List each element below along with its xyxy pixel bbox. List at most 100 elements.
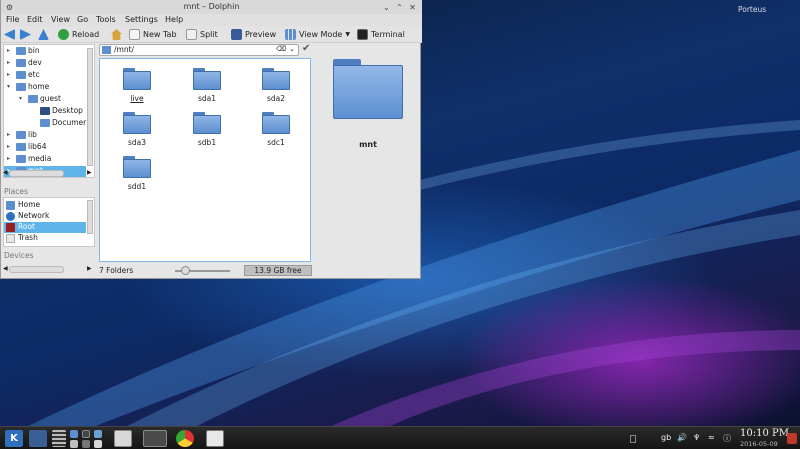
expand-icon[interactable]: ▸: [7, 155, 10, 162]
places-vertical-scrollbar[interactable]: [87, 200, 93, 234]
collapse-icon[interactable]: ▾: [7, 83, 10, 90]
screenshot-launcher-icon[interactable]: [94, 440, 102, 448]
back-button[interactable]: [4, 27, 15, 42]
terminal-button[interactable]: Terminal: [357, 27, 405, 42]
tree-item-media[interactable]: ▸ media: [4, 154, 94, 165]
menu-go[interactable]: Go: [77, 15, 88, 24]
places-item-trash[interactable]: Trash: [4, 233, 86, 244]
new-tab-button[interactable]: New Tab: [129, 27, 177, 42]
folder-icon: [193, 112, 221, 134]
tree-item-dev[interactable]: ▸ dev: [4, 58, 94, 69]
tree-item-label: lib64: [28, 142, 47, 151]
document-task-icon[interactable]: [206, 430, 224, 447]
zoom-slider-handle[interactable]: [181, 266, 190, 275]
editor-launcher-icon[interactable]: [70, 440, 78, 448]
folder-item-sdc1[interactable]: sdc1: [251, 108, 301, 152]
reload-button[interactable]: Reload: [58, 27, 99, 42]
view-mode-button[interactable]: View Mode ▼: [285, 27, 350, 42]
menu-view[interactable]: View: [51, 15, 70, 24]
view-mode-label: View Mode: [299, 30, 343, 39]
clear-location-icon[interactable]: ⌫: [276, 45, 286, 53]
tree-item-documents[interactable]: Documer: [4, 118, 94, 129]
folder-icon: [262, 68, 290, 90]
expand-icon[interactable]: ▸: [7, 71, 10, 78]
chrome-icon[interactable]: [176, 430, 194, 447]
folder-icon: [16, 155, 26, 163]
folder-icon: [28, 95, 38, 103]
expand-icon[interactable]: ▸: [7, 143, 10, 150]
menu-settings[interactable]: Settings: [125, 15, 158, 24]
expand-icon[interactable]: ▸: [7, 47, 10, 54]
free-space-indicator[interactable]: 13.9 GB free: [244, 265, 312, 276]
tree-item-label: etc: [28, 70, 40, 79]
forward-button[interactable]: [20, 27, 31, 42]
places-item-root[interactable]: Root: [4, 222, 86, 233]
scroll-right-icon[interactable]: ▶: [87, 265, 92, 272]
tray-handle-icon[interactable]: [630, 435, 636, 443]
terminal-launcher-icon[interactable]: [82, 430, 90, 438]
expand-icon[interactable]: ▸: [7, 131, 10, 138]
tree-item-home[interactable]: ▾ home: [4, 82, 94, 93]
panel-toolbox-icon[interactable]: [787, 433, 797, 444]
folder-icon: [123, 156, 151, 178]
dolphin-task-icon[interactable]: [143, 430, 167, 447]
scroll-left-icon[interactable]: ◀: [3, 169, 8, 176]
devices-scrollbar[interactable]: [9, 266, 64, 273]
places-item-network[interactable]: Network: [4, 211, 86, 222]
scroll-left-icon[interactable]: ◀: [3, 265, 8, 272]
places-item-home[interactable]: Home: [4, 200, 86, 211]
places-panel: Home Network Root Trash: [3, 197, 95, 247]
keyboard-layout-indicator[interactable]: gb: [661, 433, 671, 442]
tree-item-lib[interactable]: ▸ lib: [4, 130, 94, 141]
scroll-right-icon[interactable]: ▶: [87, 169, 92, 176]
folder-item-sda1[interactable]: sda1: [182, 64, 232, 108]
menu-tools[interactable]: Tools: [96, 15, 116, 24]
confirm-location-icon[interactable]: ✔: [302, 43, 310, 54]
tree-item-desktop[interactable]: Desktop: [4, 106, 94, 117]
text-editor-task-icon[interactable]: [114, 430, 132, 447]
tree-item-etc[interactable]: ▸ etc: [4, 70, 94, 81]
folder-item-sda2[interactable]: sda2: [251, 64, 301, 108]
notifications-icon[interactable]: ⓘ: [723, 433, 731, 444]
title-bar[interactable]: ⚙ mnt – Dolphin ⌄ ⌃ ✕: [1, 0, 422, 14]
tree-item-guest[interactable]: ▾ guest: [4, 94, 94, 105]
activities-icon[interactable]: [52, 430, 66, 447]
menu-edit[interactable]: Edit: [27, 15, 43, 24]
settings-launcher-icon[interactable]: [94, 430, 102, 438]
window-title: mnt – Dolphin: [183, 2, 240, 11]
collapse-icon[interactable]: ▾: [19, 95, 22, 102]
tree-vertical-scrollbar[interactable]: [87, 48, 93, 166]
tree-item-bin[interactable]: ▸ bin: [4, 46, 94, 57]
usb-device-icon[interactable]: ♆: [693, 433, 700, 442]
home-button[interactable]: [111, 27, 122, 42]
tree-item-lib64[interactable]: ▸ lib64: [4, 142, 94, 153]
show-desktop-icon[interactable]: [29, 430, 47, 447]
preview-button[interactable]: Preview: [231, 27, 276, 42]
folder-item-sda3[interactable]: sda3: [112, 108, 162, 152]
clock-time[interactable]: 10:10 PM: [740, 428, 789, 439]
devices-header: Devices: [4, 251, 34, 260]
tree-horizontal-scrollbar[interactable]: [9, 170, 64, 177]
folder-item-sdb1[interactable]: sdb1: [182, 108, 232, 152]
calculator-launcher-icon[interactable]: [82, 440, 90, 448]
folder-item-sdd1[interactable]: sdd1: [112, 152, 162, 196]
dolphin-window: ⚙ mnt – Dolphin ⌄ ⌃ ✕ File Edit View Go …: [0, 0, 422, 279]
expand-icon[interactable]: ▸: [7, 59, 10, 66]
up-button[interactable]: [38, 27, 49, 42]
menu-file[interactable]: File: [6, 15, 19, 24]
minimize-icon[interactable]: ⌄: [381, 2, 392, 13]
folder-icon: [16, 59, 26, 67]
kde-menu-icon[interactable]: K: [5, 430, 23, 447]
maximize-icon[interactable]: ⌃: [394, 2, 405, 13]
wifi-icon[interactable]: ≈: [708, 433, 715, 442]
chevron-down-icon[interactable]: ⌄: [289, 45, 295, 53]
folder-item-live[interactable]: live: [112, 64, 162, 108]
menu-help[interactable]: Help: [165, 15, 183, 24]
desktop-widget-label[interactable]: Porteus: [738, 5, 766, 14]
volume-icon[interactable]: 🔊: [677, 433, 687, 442]
split-button[interactable]: Split: [186, 27, 218, 42]
close-icon[interactable]: ✕: [407, 2, 418, 13]
dolphin-launcher-icon[interactable]: [70, 430, 78, 438]
home-folder-icon: [6, 201, 15, 210]
location-bar[interactable]: /mnt/ ⌫ ⌄: [99, 44, 299, 56]
